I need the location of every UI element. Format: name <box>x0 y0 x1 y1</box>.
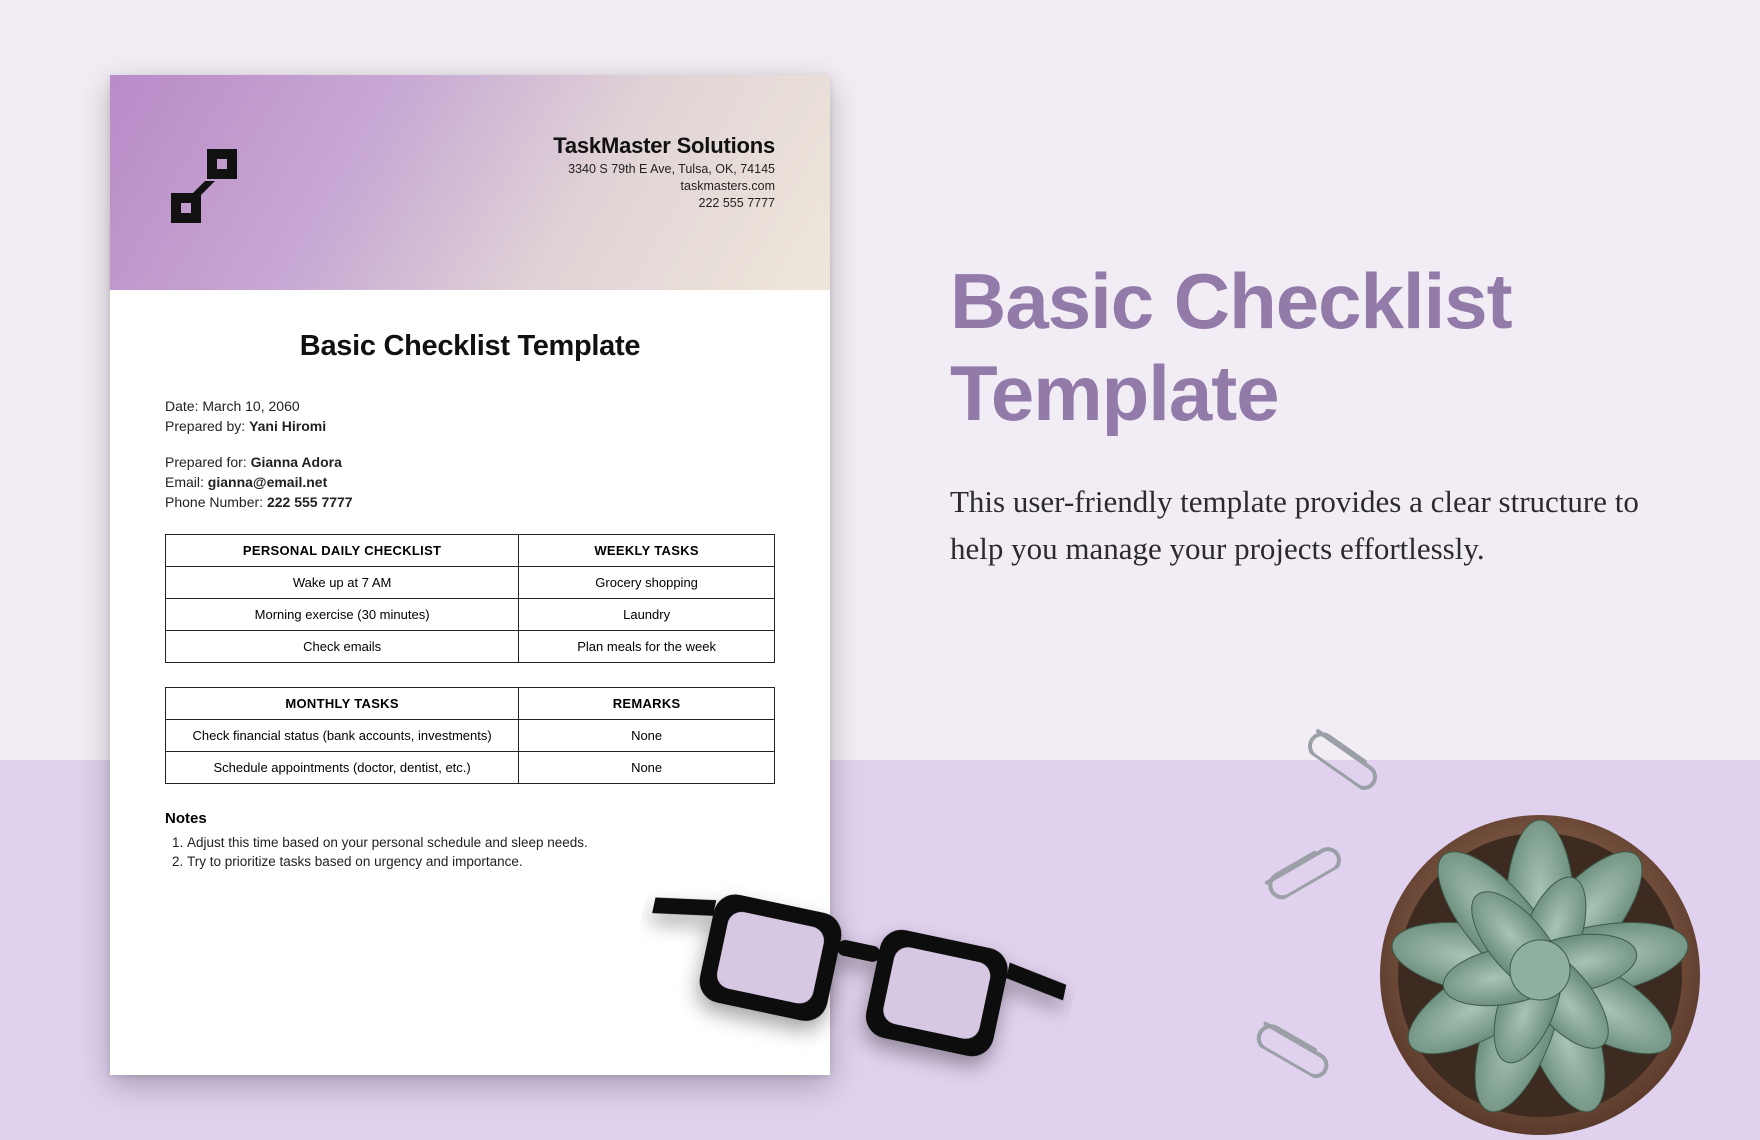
table-head-daily: PERSONAL DAILY CHECKLIST <box>166 535 519 567</box>
promo-body: This user-friendly template provides a c… <box>950 479 1690 572</box>
cell: Schedule appointments (doctor, dentist, … <box>166 752 519 784</box>
cell: Grocery shopping <box>519 567 775 599</box>
table-head-remarks: REMARKS <box>519 688 775 720</box>
meta-date: Date: March 10, 2060 <box>165 398 775 414</box>
table-row: Morning exercise (30 minutes) Laundry <box>166 599 775 631</box>
meta-phone-label: Phone Number: <box>165 494 263 510</box>
company-phone: 222 555 7777 <box>553 196 775 210</box>
notes-heading: Notes <box>165 810 775 827</box>
meta-email-value: gianna@email.net <box>208 474 327 490</box>
table-head-weekly: WEEKLY TASKS <box>519 535 775 567</box>
meta-prepared-by: Prepared by: Yani Hiromi <box>165 418 775 434</box>
cell: Laundry <box>519 599 775 631</box>
meta-prepared-for-value: Gianna Adora <box>251 454 342 470</box>
stage: TaskMaster Solutions 3340 S 79th E Ave, … <box>0 0 1760 1140</box>
company-block: TaskMaster Solutions 3340 S 79th E Ave, … <box>553 133 775 210</box>
company-website: taskmasters.com <box>553 179 775 193</box>
promo-title: Basic Checklist Template <box>950 255 1690 439</box>
cell: Wake up at 7 AM <box>166 567 519 599</box>
meta-prepared-by-label: Prepared by: <box>165 418 245 434</box>
company-logo-icon <box>165 147 243 230</box>
company-address: 3340 S 79th E Ave, Tulsa, OK, 74145 <box>553 162 775 176</box>
table-row: Check emails Plan meals for the week <box>166 631 775 663</box>
document-body: Basic Checklist Template Date: March 10,… <box>110 290 830 869</box>
cell: None <box>519 720 775 752</box>
table-monthly-remarks: MONTHLY TASKS REMARKS Check financial st… <box>165 687 775 784</box>
table-row: MONTHLY TASKS REMARKS <box>166 688 775 720</box>
cell: Check financial status (bank accounts, i… <box>166 720 519 752</box>
promo-block: Basic Checklist Template This user-frien… <box>950 255 1690 572</box>
table-row: Check financial status (bank accounts, i… <box>166 720 775 752</box>
cell: Check emails <box>166 631 519 663</box>
cell: Plan meals for the week <box>519 631 775 663</box>
document-header: TaskMaster Solutions 3340 S 79th E Ave, … <box>110 75 830 290</box>
company-name: TaskMaster Solutions <box>553 133 775 159</box>
table-head-monthly: MONTHLY TASKS <box>166 688 519 720</box>
cell: None <box>519 752 775 784</box>
meta-date-label: Date: <box>165 398 198 414</box>
meta-phone-value: 222 555 7777 <box>267 494 353 510</box>
document-title: Basic Checklist Template <box>165 330 775 363</box>
meta-email: Email: gianna@email.net <box>165 474 775 490</box>
cell: Morning exercise (30 minutes) <box>166 599 519 631</box>
meta-phone: Phone Number: 222 555 7777 <box>165 494 775 510</box>
meta-prepared-for-label: Prepared for: <box>165 454 247 470</box>
table-row: Wake up at 7 AM Grocery shopping <box>166 567 775 599</box>
table-daily-weekly: PERSONAL DAILY CHECKLIST WEEKLY TASKS Wa… <box>165 534 775 663</box>
meta-prepared-by-value: Yani Hiromi <box>249 418 326 434</box>
table-row: PERSONAL DAILY CHECKLIST WEEKLY TASKS <box>166 535 775 567</box>
meta-email-label: Email: <box>165 474 204 490</box>
meta-prepared-for: Prepared for: Gianna Adora <box>165 454 775 470</box>
meta-date-value: March 10, 2060 <box>202 398 299 414</box>
succulent-plant-icon <box>1360 785 1720 1140</box>
table-row: Schedule appointments (doctor, dentist, … <box>166 752 775 784</box>
